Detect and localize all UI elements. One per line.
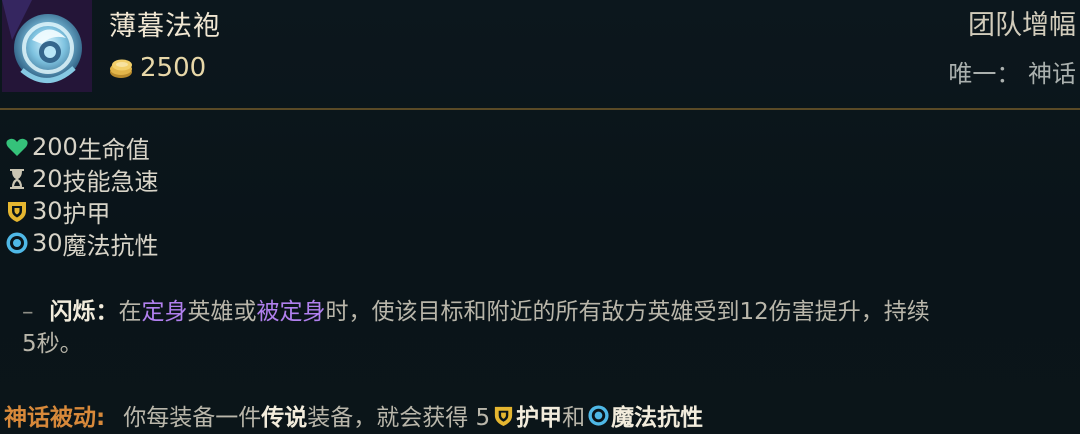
armor-shield-icon (491, 403, 515, 427)
stat-value: 200 (32, 133, 78, 161)
dusk-robe-icon (2, 0, 92, 92)
magic-resist-icon (586, 403, 610, 427)
armor-shield-icon (4, 198, 30, 224)
bullet-dash: – (22, 299, 34, 325)
stat-health: 200 生命值 (4, 131, 159, 164)
gold-coin-icon (108, 56, 134, 80)
item-tooltip: 薄暮法袍 2500 团队增幅 唯一： 神话 200 生命值 20 技能急速 30… (0, 0, 1080, 434)
stat-label: 魔法抗性 (62, 231, 159, 260)
stat-value: 30 (32, 197, 63, 225)
stat-magic-resist: 30 魔法抗性 (4, 227, 159, 260)
stat-value: 20 (32, 165, 63, 193)
stat-label: 生命值 (77, 135, 150, 164)
passive-text: 英雄或 (187, 299, 257, 325)
gold-cost-value: 2500 (140, 53, 207, 83)
stat-label: 技能急速 (62, 167, 159, 196)
item-cost: 2500 (108, 52, 206, 84)
magic-resist-icon (4, 230, 30, 256)
passive-name: 闪烁： (49, 299, 119, 325)
mythic-passive: 神话被动: 你每装备一件 传说 装备，就会获得 5 护甲和魔法抗性 (4, 398, 703, 432)
keyword-legendary: 传说 (261, 405, 308, 431)
keyword-magic-resist: 魔法抗性 (611, 405, 704, 431)
passive-text: 时，使该目标和附近的所有敌方英雄受到12伤害提升，持续 (325, 299, 930, 325)
mythic-text: 和 (562, 405, 586, 431)
passive-text: 在 (118, 299, 142, 325)
stat-armor: 30 护甲 (4, 195, 159, 228)
divider (0, 108, 1080, 110)
keyword-armor: 护甲 (516, 405, 563, 431)
hourglass-icon (4, 166, 30, 192)
mythic-passive-label: 神话被动: (4, 405, 106, 431)
keyword-immobilized: 被定身 (256, 299, 326, 325)
stat-ability-haste: 20 技能急速 (4, 163, 159, 196)
passive-description: – 闪烁：在定身英雄或被定身时，使该目标和附近的所有敌方英雄受到12伤害提升，持续… (22, 296, 1078, 360)
stat-value: 30 (32, 229, 63, 257)
item-name: 薄暮法袍 (109, 11, 221, 42)
heart-icon (4, 134, 30, 160)
mythic-text: 装备，就会获得 5 (307, 405, 491, 431)
stat-list: 200 生命值 20 技能急速 30 护甲 30 魔法抗性 (4, 131, 159, 260)
item-category: 团队增幅 (968, 10, 1076, 41)
keyword-immobilize: 定身 (141, 299, 188, 325)
item-unique-tag: 唯一： 神话 (948, 60, 1076, 88)
mythic-text: 你每装备一件 (123, 405, 262, 431)
stat-label: 护甲 (62, 199, 111, 228)
passive-text-line2: 5秒。 (22, 331, 83, 357)
